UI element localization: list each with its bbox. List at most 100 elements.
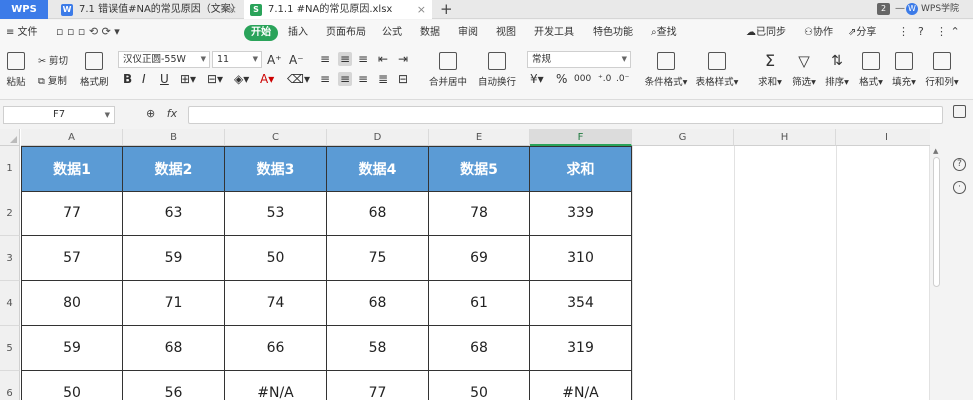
table-cell[interactable]: 354 xyxy=(530,281,632,326)
fill-color-icon[interactable]: ◈▾ xyxy=(234,72,249,86)
share-button[interactable]: ⇗分享 xyxy=(848,25,876,41)
tab-document-sheet[interactable]: S 7.1.1 #NA的常见原因.xlsx × xyxy=(244,0,432,19)
italic-button[interactable]: I xyxy=(142,72,146,86)
wrap-text-button[interactable]: 自动换行 xyxy=(476,52,518,88)
menu-insert[interactable]: 插入 xyxy=(288,25,308,41)
paste-button[interactable]: 粘贴 xyxy=(4,52,28,88)
table-cell[interactable]: 77 xyxy=(327,371,429,400)
table-cell[interactable]: 61 xyxy=(429,281,530,326)
indent-decrease-icon[interactable]: ⇤ xyxy=(378,52,388,66)
table-cell[interactable]: 50 xyxy=(429,371,530,400)
header-cell[interactable]: 数据4 xyxy=(327,146,429,192)
menu-review[interactable]: 审阅 xyxy=(458,25,478,41)
table-cell[interactable]: #N/A xyxy=(225,371,327,400)
sum-button[interactable]: Σ 求和▾ xyxy=(757,52,783,89)
table-cell[interactable]: 59 xyxy=(123,236,225,281)
align-bottom-icon[interactable]: ≡ xyxy=(358,52,368,66)
decrease-decimal-icon[interactable]: .0⁻ xyxy=(616,72,629,86)
filter-button[interactable]: ▽ 筛选▾ xyxy=(790,52,818,88)
column-header-g[interactable]: G xyxy=(632,129,734,146)
add-tab-button[interactable]: + xyxy=(440,0,453,18)
row-header-3[interactable]: 3 xyxy=(0,236,20,281)
column-header-a[interactable]: A xyxy=(21,129,123,146)
scroll-thumb[interactable] xyxy=(933,157,940,287)
table-cell[interactable]: 69 xyxy=(429,236,530,281)
table-cell[interactable]: 68 xyxy=(327,191,429,236)
header-cell[interactable]: 数据1 xyxy=(21,146,123,192)
border-icon[interactable]: ⊞▾ xyxy=(180,72,196,86)
table-cell[interactable]: 74 xyxy=(225,281,327,326)
assistant-icon[interactable]: · xyxy=(953,181,966,194)
vertical-scrollbar[interactable]: ▲ xyxy=(930,145,943,400)
menu-search[interactable]: ⌕查找 xyxy=(651,25,677,41)
column-header-d[interactable]: D xyxy=(327,129,429,146)
cut-button[interactable]: ✂ 剪切 xyxy=(38,53,68,67)
format-painter-button[interactable]: 格式刷 xyxy=(80,52,109,88)
table-cell[interactable]: 56 xyxy=(123,371,225,400)
table-cell[interactable]: 57 xyxy=(21,236,123,281)
conditional-format-button[interactable]: 条件格式▾ xyxy=(643,52,689,88)
formula-input[interactable] xyxy=(188,106,943,124)
table-cell[interactable]: 75 xyxy=(327,236,429,281)
select-all-corner[interactable] xyxy=(0,129,20,146)
increase-font-icon[interactable]: A⁺ xyxy=(267,53,282,67)
table-cell[interactable]: 68 xyxy=(429,326,530,371)
collab-button[interactable]: ⚇协作 xyxy=(804,25,833,41)
align-middle-icon[interactable]: ≡ xyxy=(338,52,353,66)
menu-formulas[interactable]: 公式 xyxy=(382,25,402,41)
row-header-4[interactable]: 4 xyxy=(0,281,20,326)
table-cell[interactable]: #N/A xyxy=(530,371,632,400)
header-cell[interactable]: 求和 xyxy=(530,146,632,192)
align-left-icon[interactable]: ≡ xyxy=(320,72,330,86)
indent-increase-icon[interactable]: ⇥ xyxy=(398,52,408,66)
decrease-font-icon[interactable]: A⁻ xyxy=(289,53,304,67)
number-format-select[interactable]: 常规 ▼ xyxy=(527,51,631,68)
close-icon[interactable]: × xyxy=(417,0,426,19)
table-cell[interactable]: 68 xyxy=(123,326,225,371)
table-cell[interactable]: 71 xyxy=(123,281,225,326)
column-header-b[interactable]: B xyxy=(123,129,225,146)
merge-center-button[interactable]: 合并居中 xyxy=(424,52,472,88)
table-cell[interactable]: 50 xyxy=(225,236,327,281)
column-header-e[interactable]: E xyxy=(429,129,530,146)
increase-decimal-icon[interactable]: ⁺.0 xyxy=(598,72,611,86)
tab-document-word[interactable]: W 7.1 错误值#NA的常见原因（文案） × xyxy=(55,0,243,19)
font-size-select[interactable]: 11 ▼ xyxy=(212,51,262,68)
header-cell[interactable]: 数据5 xyxy=(429,146,530,192)
wps-logo[interactable]: WPS xyxy=(0,0,48,19)
help-icon[interactable]: ? xyxy=(918,24,924,40)
spreadsheet-grid[interactable]: ABCDEFGHI 1 数据1 数据2 数据3 数据4 数据5 求和 2 77 63 53 68 78 3… xyxy=(0,129,930,400)
column-header-c[interactable]: C xyxy=(225,129,327,146)
font-name-select[interactable]: 汉仪正圆-55W ▼ xyxy=(118,51,210,68)
copy-button[interactable]: ⧉ 复制 xyxy=(38,73,67,87)
font-color-icon[interactable]: A▾ xyxy=(260,72,274,86)
sync-status[interactable]: ☁已同步 xyxy=(746,25,786,41)
row-header-5[interactable]: 5 xyxy=(0,326,20,371)
menu-view[interactable]: 视图 xyxy=(496,25,516,41)
close-icon[interactable]: × xyxy=(228,0,237,19)
row-col-button[interactable]: 行和列▾ xyxy=(925,52,959,88)
menu-special[interactable]: 特色功能 xyxy=(593,25,633,41)
table-cell[interactable]: 77 xyxy=(21,191,123,236)
table-cell[interactable]: 50 xyxy=(21,371,123,400)
toolbar-quick-icons[interactable]: ▫ ▫ ▫ ⟲ ⟳ ▾ xyxy=(56,24,120,40)
table-cell[interactable]: 59 xyxy=(21,326,123,371)
table-cell[interactable]: 80 xyxy=(21,281,123,326)
table-cell[interactable]: 66 xyxy=(225,326,327,371)
row-header-1[interactable]: 1 xyxy=(0,146,20,192)
table-cell[interactable]: 53 xyxy=(225,191,327,236)
table-cell[interactable]: 63 xyxy=(123,191,225,236)
table-cell[interactable]: 68 xyxy=(327,281,429,326)
row-header-2[interactable]: 2 xyxy=(0,191,20,236)
minimize-icon[interactable]: — xyxy=(895,2,905,16)
table-cell[interactable]: 310 xyxy=(530,236,632,281)
table-cell[interactable]: 339 xyxy=(530,191,632,236)
table-style-button[interactable]: 表格样式▾ xyxy=(694,52,740,88)
name-box[interactable]: F7 ▼ xyxy=(3,106,115,124)
fill-button[interactable]: 填充▾ xyxy=(890,52,918,88)
align-top-icon[interactable]: ≡ xyxy=(320,52,330,66)
table-cell[interactable]: 319 xyxy=(530,326,632,371)
align-right-icon[interactable]: ≡ xyxy=(358,72,368,86)
align-center-icon[interactable]: ≡ xyxy=(338,72,353,86)
header-cell[interactable]: 数据2 xyxy=(123,146,225,192)
